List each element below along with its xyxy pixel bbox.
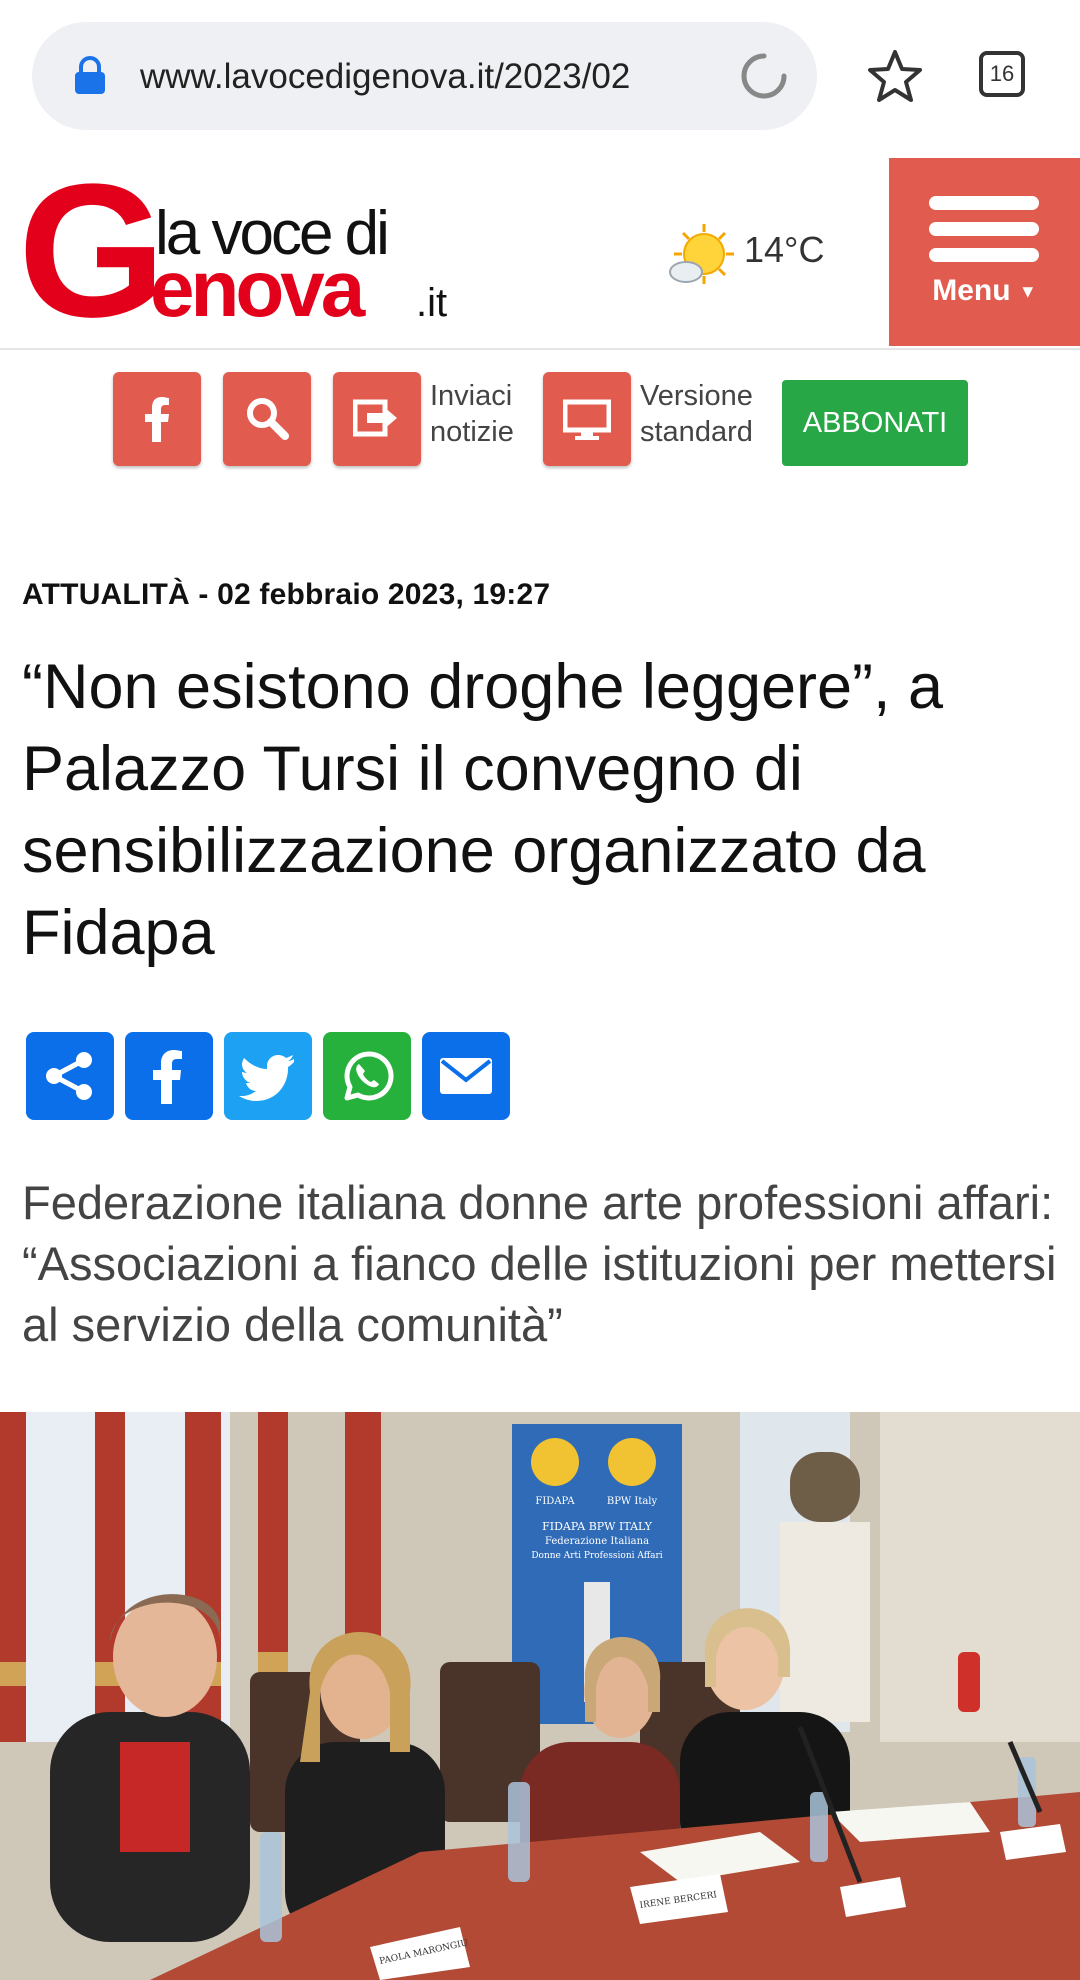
- sun-cloud-icon: [669, 224, 734, 284]
- logo-tld: .it: [416, 281, 447, 325]
- share-button[interactable]: [26, 1032, 114, 1120]
- reload-icon[interactable]: [738, 50, 790, 102]
- standard-version-label[interactable]: Versione standard: [640, 378, 753, 450]
- article-title: “Non esistono droghe leggere”, a Palazzo…: [22, 652, 944, 968]
- menu-bar-3: [929, 248, 1039, 262]
- facebook-icon: [153, 1050, 182, 1104]
- article-meta: ATTUALITÀ - 02 febbraio 2023, 19:27: [22, 578, 551, 611]
- site-toolbar: Inviaci notizie Versione standard ABBONA…: [0, 372, 1080, 468]
- browser-chrome: www.lavocedigenova.it/2023/02 16: [0, 0, 1080, 150]
- menu-bar-1: [929, 196, 1039, 210]
- menu-label-text: Menu: [932, 274, 1011, 307]
- send-news-line2: notizie: [430, 416, 514, 448]
- photo-banner-logo-1: [531, 1438, 579, 1486]
- article-subtitle: Federazione italiana donne arte professi…: [22, 1176, 1057, 1351]
- share-facebook-button[interactable]: [125, 1032, 213, 1120]
- menu-button[interactable]: Menu ▼: [889, 158, 1080, 346]
- tab-switcher-button[interactable]: 16: [979, 51, 1025, 97]
- menu-label: Menu ▼: [889, 274, 1080, 308]
- photo-banner-fidapa: FIDAPA: [535, 1496, 575, 1507]
- send-news-label[interactable]: Inviaci notizie: [430, 378, 514, 450]
- photo-banner-logo-2: [608, 1438, 656, 1486]
- address-bar[interactable]: www.lavocedigenova.it/2023/02: [32, 22, 817, 130]
- article-photo[interactable]: FIDAPA BPW Italy FIDAPA BPW ITALY Federa…: [0, 1412, 1080, 1980]
- share-twitter-button[interactable]: [224, 1032, 312, 1120]
- menu-bar-2: [929, 222, 1039, 236]
- desktop-icon: [563, 399, 611, 440]
- search-button[interactable]: [223, 372, 311, 466]
- logo-line2: enova: [150, 244, 366, 333]
- share-email-button[interactable]: [422, 1032, 510, 1120]
- whatsapp-icon: [344, 1051, 394, 1101]
- photo-banner-line2: Federazione Italiana: [545, 1536, 649, 1547]
- photo-pedestal: [780, 1522, 870, 1722]
- standard-line2: standard: [640, 416, 753, 448]
- search-icon: [247, 398, 289, 440]
- facebook-icon: [145, 397, 169, 442]
- photo-banner-line3: Donne Arti Professioni Affari: [531, 1551, 662, 1561]
- facebook-page-button[interactable]: [113, 372, 201, 466]
- send-news-line1: Inviaci: [430, 380, 513, 412]
- send-news-button[interactable]: [333, 372, 421, 466]
- caret-down-icon: ▼: [1018, 281, 1037, 302]
- exchange-icon: [353, 399, 397, 437]
- photo-banner-bpw: BPW Italy: [607, 1496, 658, 1507]
- site-logo[interactable]: G la voce di enova .it: [18, 166, 478, 342]
- lock-icon: [75, 56, 105, 94]
- site-header: G la voce di enova .it 14°C Menu ▼: [0, 158, 1080, 350]
- standard-line1: Versione: [640, 380, 753, 412]
- standard-version-button[interactable]: [543, 372, 631, 466]
- twitter-icon: [239, 1055, 294, 1101]
- logo-big-g: G: [18, 166, 166, 342]
- share-icon: [46, 1052, 92, 1100]
- temperature: 14°C: [744, 229, 825, 270]
- photo-banner-line1: FIDAPA BPW ITALY: [542, 1520, 652, 1533]
- photo-fire-extinguisher: [958, 1652, 980, 1712]
- email-icon: [440, 1058, 492, 1094]
- photo-bust: [790, 1452, 860, 1522]
- url-text[interactable]: www.lavocedigenova.it/2023/02: [140, 52, 720, 102]
- star-icon[interactable]: [866, 48, 924, 104]
- share-whatsapp-button[interactable]: [323, 1032, 411, 1120]
- subscribe-button[interactable]: ABBONATI: [782, 380, 968, 466]
